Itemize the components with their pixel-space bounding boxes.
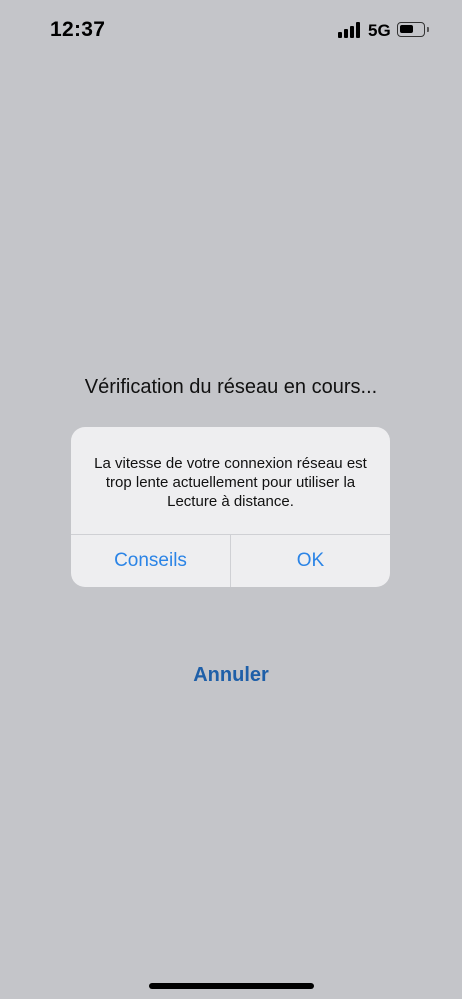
- battery-cap: [426, 27, 429, 32]
- status-time: 12:37: [50, 18, 106, 41]
- ok-button[interactable]: OK: [231, 535, 390, 587]
- network-check-status: Vérification du réseau en cours...: [84, 376, 378, 398]
- tips-button[interactable]: Conseils: [71, 535, 230, 587]
- battery-icon: [397, 22, 429, 37]
- home-indicator[interactable]: [149, 983, 314, 989]
- network-type-label: 5G: [368, 21, 391, 40]
- alert-dialog: La vitesse de votre connexion réseau est…: [71, 427, 390, 587]
- cancel-button[interactable]: Annuler: [0, 664, 462, 687]
- status-bar: 12:37 5G: [0, 0, 462, 60]
- battery-fill: [400, 25, 413, 33]
- cellular-signal-icon: [338, 22, 362, 38]
- alert-message: La vitesse de votre connexion réseau est…: [94, 455, 367, 510]
